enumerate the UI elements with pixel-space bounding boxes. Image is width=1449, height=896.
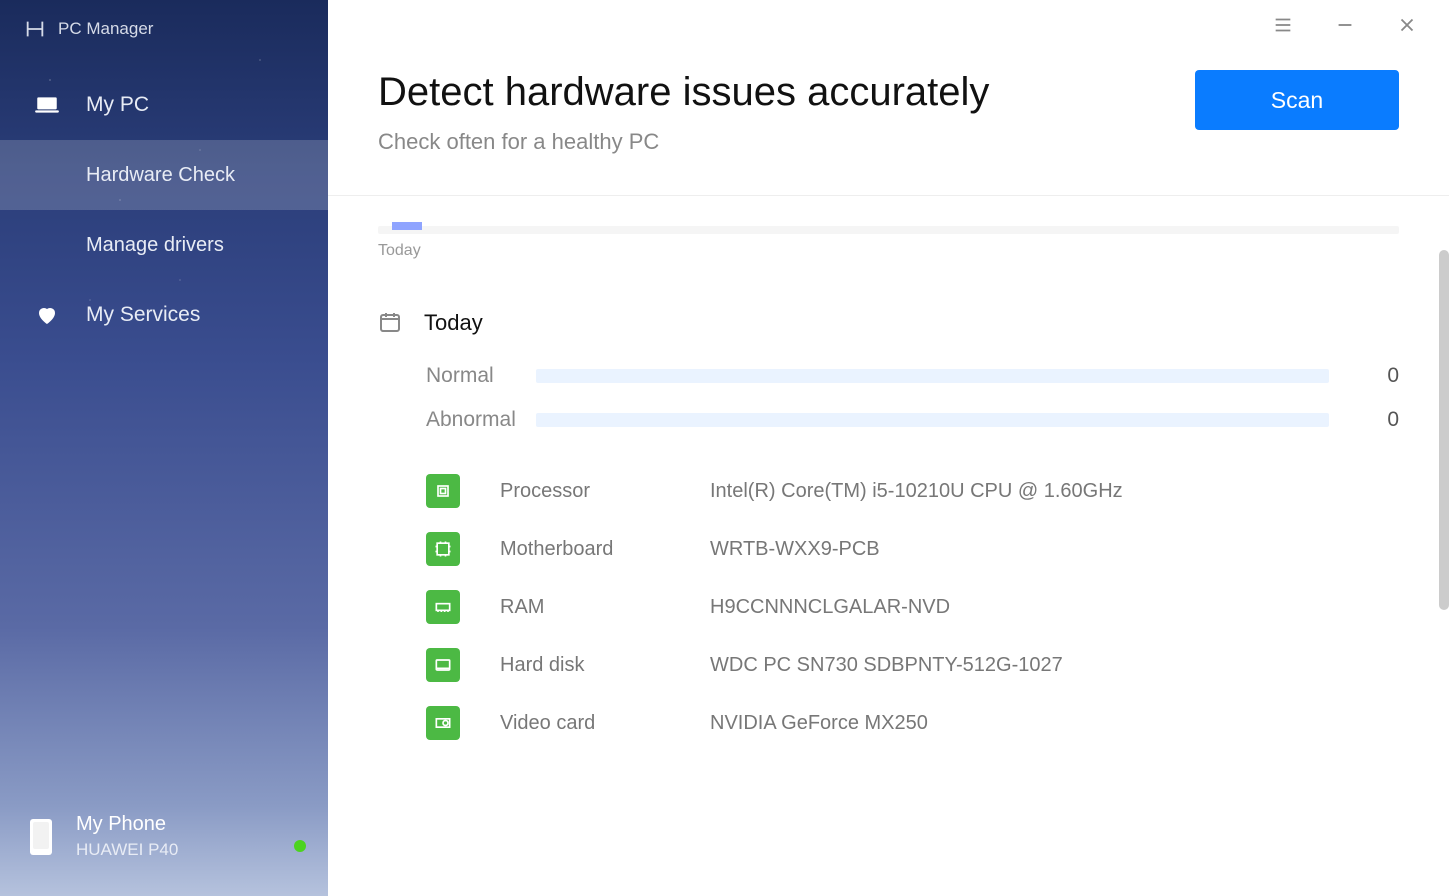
hardware-row-gpu[interactable]: Video card NVIDIA GeForce MX250 (426, 694, 1399, 752)
app-title: PC Manager (58, 19, 153, 39)
main: Detect hardware issues accurately Check … (328, 0, 1449, 896)
hardware-value: Intel(R) Core(TM) i5-10210U CPU @ 1.60GH… (710, 480, 1123, 503)
hardware-row-motherboard[interactable]: Motherboard WRTB-WXX9-PCB (426, 520, 1399, 578)
phone-title: My Phone (76, 813, 178, 836)
hardware-row-processor[interactable]: Processor Intel(R) Core(TM) i5-10210U CP… (426, 462, 1399, 520)
page-subtitle: Check often for a healthy PC (378, 129, 989, 155)
hardware-row-disk[interactable]: Hard disk WDC PC SN730 SDBPNTY-512G-1027 (426, 636, 1399, 694)
hardware-name: RAM (500, 596, 710, 619)
close-icon[interactable] (1393, 11, 1421, 39)
content-area: Today Today Normal 0 Abno (328, 196, 1449, 896)
ram-icon (426, 590, 460, 624)
phone-model: HUAWEI P40 (76, 840, 178, 860)
status-label: Abnormal (426, 408, 536, 432)
window-titlebar (328, 0, 1449, 50)
status-count: 0 (1369, 408, 1399, 432)
sidebar-phone[interactable]: My Phone HUAWEI P40 (0, 795, 328, 896)
heart-icon (34, 302, 60, 328)
app-logo-icon (24, 18, 46, 40)
sidebar-item-label: My Services (86, 303, 200, 327)
hardware-list: Processor Intel(R) Core(TM) i5-10210U CP… (378, 462, 1399, 752)
hardware-name: Processor (500, 480, 710, 503)
sidebar-item-manage-drivers[interactable]: Manage drivers (0, 210, 328, 280)
menu-icon[interactable] (1269, 11, 1297, 39)
sidebar-item-label: Hardware Check (86, 164, 235, 187)
hardware-name: Hard disk (500, 654, 710, 677)
hardware-value: H9CCNNNCLGALAR-NVD (710, 596, 950, 619)
status-row-abnormal: Abnormal 0 (378, 408, 1399, 432)
timeline-label: Today (378, 242, 1399, 260)
hardware-value: WDC PC SN730 SDBPNTY-512G-1027 (710, 654, 1063, 677)
hardware-name: Video card (500, 712, 710, 735)
status-label: Normal (426, 364, 536, 388)
timeline-mark (392, 222, 422, 230)
scan-button[interactable]: Scan (1195, 70, 1399, 130)
page-title: Detect hardware issues accurately (378, 70, 989, 115)
phone-status-dot (294, 840, 306, 852)
sidebar-item-hardware-check[interactable]: Hardware Check (0, 140, 328, 210)
sidebar: PC Manager My PC Hardware Check Manage d… (0, 0, 328, 896)
sidebar-item-label: My PC (86, 93, 149, 117)
day-block: Today Normal 0 Abnormal 0 (378, 310, 1399, 752)
phone-icon (30, 819, 52, 855)
board-icon (426, 532, 460, 566)
page-header: Detect hardware issues accurately Check … (328, 50, 1449, 196)
day-title: Today (424, 310, 483, 336)
hardware-row-ram[interactable]: RAM H9CCNNNCLGALAR-NVD (426, 578, 1399, 636)
phone-text: My Phone HUAWEI P40 (76, 813, 178, 860)
status-bar (536, 413, 1329, 427)
hardware-value: WRTB-WXX9-PCB (710, 538, 880, 561)
app-title-bar: PC Manager (0, 0, 328, 70)
sidebar-item-my-services[interactable]: My Services (0, 280, 328, 350)
disk-icon (426, 648, 460, 682)
status-row-normal: Normal 0 (378, 364, 1399, 388)
hardware-name: Motherboard (500, 538, 710, 561)
sidebar-item-label: Manage drivers (86, 234, 224, 257)
sidebar-nav: My PC Hardware Check Manage drivers My S… (0, 70, 328, 795)
calendar-icon (378, 310, 404, 336)
cpu-icon (426, 474, 460, 508)
scrollbar[interactable] (1439, 250, 1449, 610)
timeline: Today (378, 226, 1399, 260)
minimize-icon[interactable] (1331, 11, 1359, 39)
gpu-icon (426, 706, 460, 740)
laptop-icon (34, 92, 60, 118)
status-count: 0 (1369, 364, 1399, 388)
hardware-value: NVIDIA GeForce MX250 (710, 712, 928, 735)
sidebar-item-my-pc[interactable]: My PC (0, 70, 328, 140)
status-bar (536, 369, 1329, 383)
